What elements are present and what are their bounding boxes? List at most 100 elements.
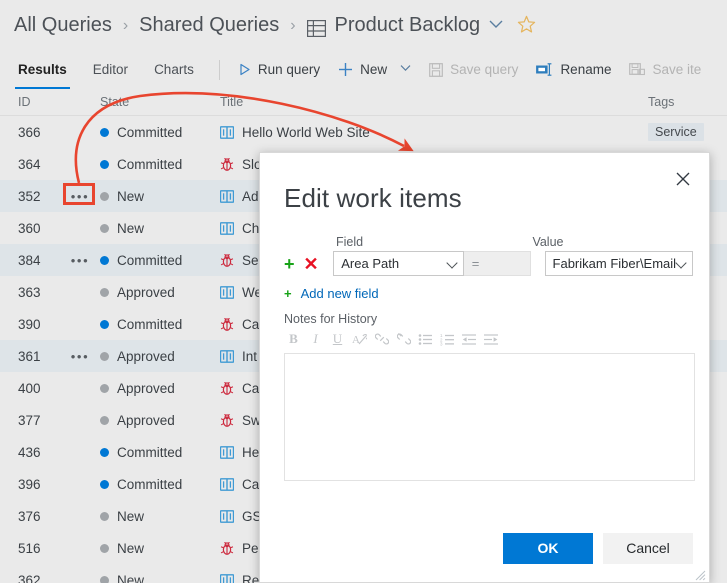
cell-id: 364 [18, 156, 41, 172]
tab-editor[interactable]: Editor [80, 50, 141, 89]
close-icon[interactable] [669, 165, 697, 193]
state-dot-icon [100, 191, 109, 201]
cell-id: 362 [18, 572, 41, 583]
row-context-menu-ellipsis[interactable]: ••• [60, 190, 100, 203]
state-dot-icon [100, 351, 109, 361]
indent-icon[interactable] [482, 330, 501, 349]
numbered-list-icon[interactable]: 1 2 3 [438, 330, 457, 349]
link-icon[interactable] [372, 330, 391, 349]
state-label: Approved [117, 284, 175, 300]
favorite-star-icon[interactable] [517, 15, 536, 40]
state-dot-icon [100, 543, 109, 553]
plus-icon [338, 62, 353, 77]
state-label: New [117, 220, 145, 236]
new-item-button[interactable]: New [329, 50, 420, 89]
bug-icon [220, 413, 234, 427]
tab-results[interactable]: Results [5, 50, 80, 89]
value-select[interactable]: Fabrikam Fiber\Email [544, 251, 693, 276]
svg-text:3: 3 [440, 341, 443, 345]
cell-state: Committed [100, 253, 220, 268]
state-dot-icon [100, 575, 109, 583]
field-value-row: + ✕ Area Path = Fabrikam Fiber\Email [284, 251, 693, 276]
notes-for-history-textarea[interactable] [284, 353, 695, 481]
breadcrumb-current-query[interactable]: Product Backlog [335, 14, 481, 37]
title-label: He [242, 444, 260, 460]
play-icon [238, 63, 251, 76]
clear-format-icon[interactable]: A [350, 330, 369, 349]
run-query-label: Run query [257, 62, 321, 77]
cell-state: Approved [100, 349, 220, 364]
chevron-down-icon[interactable] [489, 12, 503, 35]
save-query-button: Save query [420, 50, 527, 89]
breadcrumb-separator-2: › [290, 17, 296, 34]
remove-row-x-icon[interactable]: ✕ [304, 255, 319, 273]
cell-id: 363 [18, 284, 41, 300]
breadcrumb-all-queries[interactable]: All Queries [14, 14, 112, 37]
state-dot-icon [100, 255, 109, 265]
state-dot-icon [100, 383, 109, 393]
add-new-field-link[interactable]: Add new field [301, 286, 379, 301]
row-context-menu-ellipsis[interactable]: ••• [60, 254, 100, 267]
breadcrumb-separator-1: › [122, 17, 129, 34]
new-item-label: New [360, 62, 388, 77]
outdent-icon[interactable] [460, 330, 479, 349]
italic-icon[interactable]: I [306, 330, 325, 349]
column-header-id[interactable]: ID [0, 95, 60, 109]
title-label: Int [242, 348, 258, 364]
tab-editor-label: Editor [92, 62, 129, 77]
dialog-title: Edit work items [284, 183, 462, 213]
column-header-tags[interactable]: Tags [640, 95, 727, 109]
rich-text-format-toolbar: B I U A 1 2 3 [284, 328, 693, 350]
user-story-icon [220, 477, 234, 491]
query-grid-icon [306, 19, 326, 37]
bug-icon [220, 253, 234, 267]
state-dot-icon [100, 415, 109, 425]
bug-icon [220, 381, 234, 395]
rename-button[interactable]: Rename [527, 50, 620, 89]
rename-icon [536, 63, 553, 76]
notes-for-history-label: Notes for History [284, 312, 378, 326]
query-toolbar: Results Editor Charts Run query New Save… [0, 50, 727, 89]
ok-button[interactable]: OK [503, 532, 593, 564]
user-story-icon [220, 509, 234, 523]
cell-state: Approved [100, 285, 220, 300]
toolbar-divider [218, 59, 220, 80]
cell-id: 390 [18, 316, 41, 332]
tag-chip[interactable]: Service [648, 123, 704, 141]
state-label: New [117, 508, 145, 524]
title-label: Ch [242, 220, 260, 236]
cell-state: New [100, 573, 220, 583]
run-query-button[interactable]: Run query [229, 50, 329, 89]
breadcrumb-shared-queries[interactable]: Shared Queries [139, 14, 279, 37]
bold-icon[interactable]: B [284, 330, 303, 349]
title-label: Ca [242, 380, 260, 396]
cancel-button[interactable]: Cancel [603, 532, 693, 564]
column-header-state[interactable]: State [100, 95, 220, 109]
add-new-field-row[interactable]: + Add new field [284, 286, 693, 301]
resize-grip-icon[interactable] [695, 568, 706, 581]
state-label: Approved [117, 348, 175, 364]
cell-id: 436 [18, 444, 41, 460]
title-label: Se [242, 252, 259, 268]
state-dot-icon [100, 287, 109, 297]
tab-charts[interactable]: Charts [141, 50, 207, 89]
query-results-page: All Queries › Shared Queries › Product B… [0, 0, 727, 583]
cell-id: 366 [18, 124, 41, 140]
unlink-icon[interactable] [394, 330, 413, 349]
cell-title[interactable]: Hello World Web Site [220, 125, 640, 140]
add-row-plus-icon[interactable]: + [284, 255, 295, 273]
bullet-list-icon[interactable] [416, 330, 435, 349]
chevron-down-icon[interactable] [400, 64, 411, 75]
state-dot-icon [100, 223, 109, 233]
cell-state: Committed [100, 317, 220, 332]
field-select[interactable]: Area Path [333, 251, 464, 276]
state-dot-icon [100, 159, 109, 169]
table-row[interactable]: 366 Committed Hello World Web Site Service [0, 116, 727, 148]
tab-charts-label: Charts [154, 62, 194, 77]
cell-state: Committed [100, 125, 220, 140]
save-items-label: Save ite [652, 62, 702, 77]
dialog-body: Field Value + ✕ Area Path = Fabrikam Fib… [284, 235, 695, 481]
row-context-menu-ellipsis[interactable]: ••• [60, 350, 100, 363]
underline-icon[interactable]: U [328, 330, 347, 349]
column-header-title[interactable]: Title [220, 95, 640, 109]
